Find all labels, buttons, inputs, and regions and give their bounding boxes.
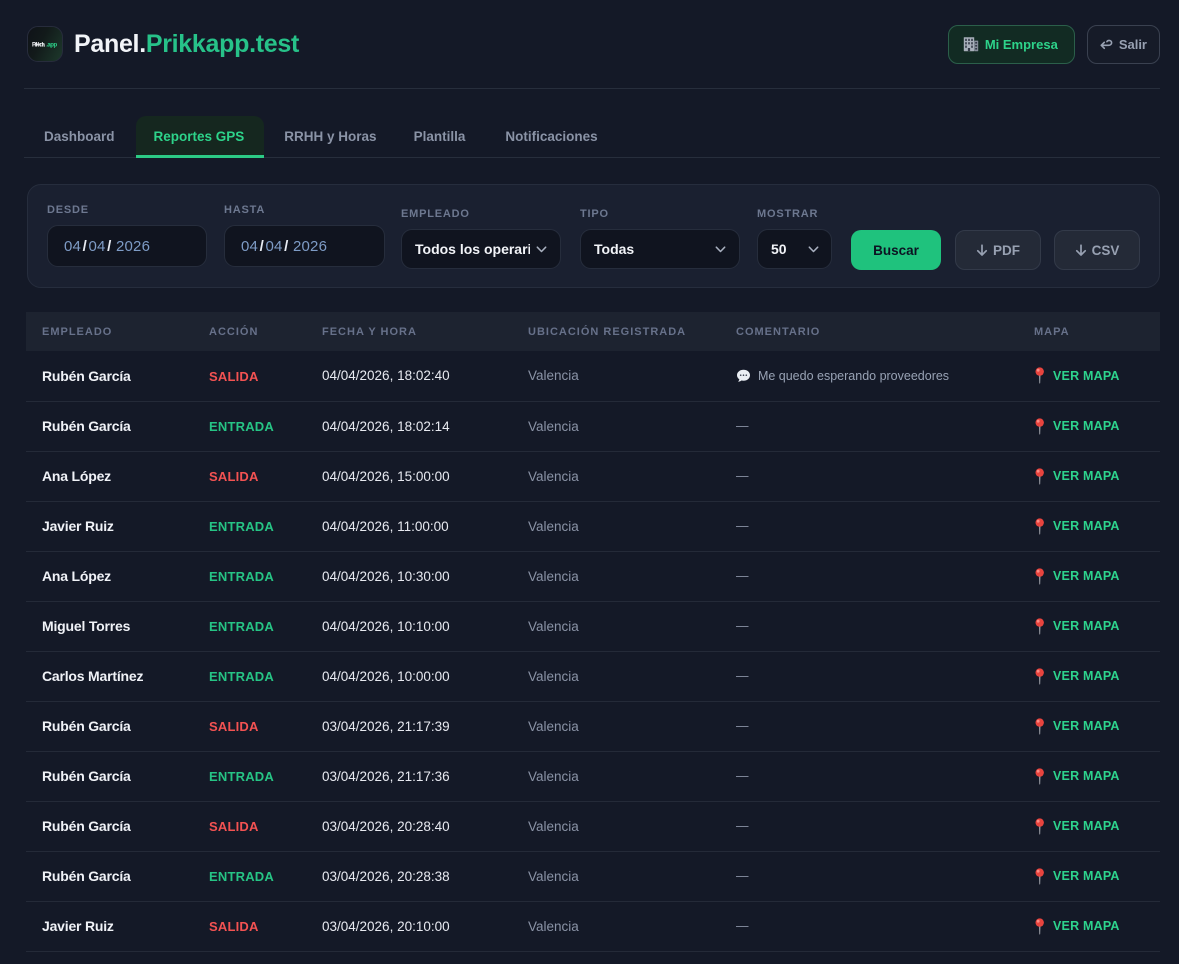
svg-text:Prikkda: Prikkda	[32, 42, 46, 48]
svg-text:.app: .app	[46, 42, 57, 48]
